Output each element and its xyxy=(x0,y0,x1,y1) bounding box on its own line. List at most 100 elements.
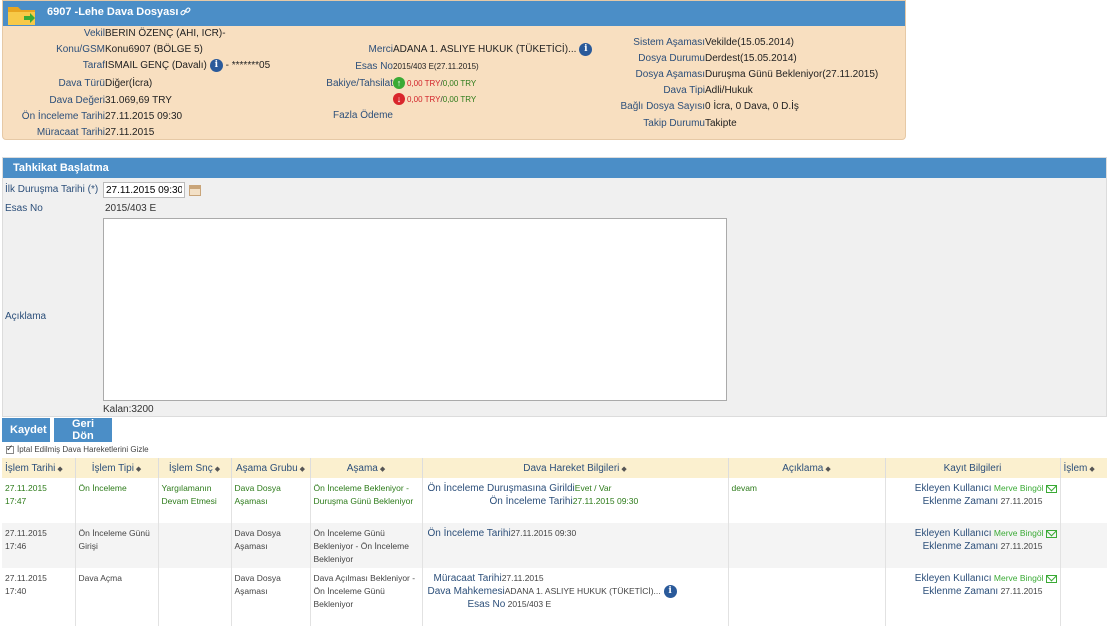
mail-icon[interactable] xyxy=(1045,529,1057,538)
cell-date: 27.11.2015 17:46 xyxy=(2,523,76,568)
col-dava-hareket[interactable]: Dava Hareket Bilgileri ◆ xyxy=(422,458,729,478)
file-header: 6907 -Lehe Dava Dosyası xyxy=(3,1,905,26)
info-icon[interactable]: i xyxy=(663,585,677,599)
bagli-dosya-value: 0 İcra, 0 Dava, 0 D.İş xyxy=(705,101,799,112)
col-asama-grubu[interactable]: Aşama Grubu ◆ xyxy=(231,458,311,478)
cell-tip: Ön İnceleme Günü Girişi xyxy=(75,523,159,568)
cell-asama: Dava Açılması Bekleniyor - Ön İnceleme G… xyxy=(310,568,423,626)
cell-kayit: Ekleyen Kullanıcı Merve Bingöl Eklenme Z… xyxy=(885,478,1061,523)
folder-icon xyxy=(8,7,35,25)
kaydet-button[interactable]: Kaydet xyxy=(2,418,50,442)
cell-hareket: Ön İnceleme Duruşmasına GirildiEvet / Va… xyxy=(422,478,729,523)
takip-row: Takip DurumuTakipte xyxy=(563,117,737,130)
takip-label: Takip Durumu xyxy=(643,118,705,129)
merci-row: MerciADANA 1. ASLIYE HUKUK (TÜKETİCİ)...… xyxy=(293,43,593,56)
muracaat-label: Müracaat Tarihi xyxy=(36,127,105,138)
table-row[interactable]: 27.11.2015 17:46 Ön İnceleme Günü Girişi … xyxy=(2,523,1107,568)
taraf-value: ISMAIL GENÇ (Davalı) xyxy=(105,60,207,72)
cell-islem[interactable] xyxy=(1060,568,1107,626)
dosya-durumu-value: Derdest(15.05.2014) xyxy=(705,53,797,64)
table-row[interactable]: 27.11.2015 17:47 Ön İnceleme Yargılamanın… xyxy=(2,478,1107,523)
ilk-durusma-input[interactable] xyxy=(103,182,185,198)
calendar-icon[interactable] xyxy=(189,185,201,196)
cell-hareket: Müracaat Tarihi27.11.2015 Dava Mahkemesi… xyxy=(422,568,729,626)
konu-label: Konu/GSM xyxy=(56,44,105,55)
sort-icon[interactable]: ◆ xyxy=(621,466,626,473)
tahsilat-row: ↓ 0,00 TRY/0,00 TRY xyxy=(393,93,476,106)
sort-icon[interactable]: ◆ xyxy=(825,466,830,473)
cell-islem[interactable] xyxy=(1060,478,1107,523)
table-header-row: İşlem Tarihi ◆ İşlem Tipi ◆ İşlem Snç ◆ Aşa… xyxy=(2,458,1107,478)
aciklama-textarea[interactable] xyxy=(103,218,727,401)
dava-degeri-label: Dava Değeri xyxy=(49,95,105,106)
hide-cancelled-row: İptal Edilmiş Dava Hareketlerini Gizle xyxy=(6,443,149,454)
col-asama[interactable]: Aşama ◆ xyxy=(310,458,423,478)
merci-value: ADANA 1. ASLIYE HUKUK (TÜKETİCİ)... xyxy=(393,44,577,56)
taraf-row: TarafISMAIL GENÇ (Davalı) i - *******05 xyxy=(7,59,270,72)
esas-label: Esas No xyxy=(355,61,393,72)
cell-hareket: Ön İnceleme Tarihi27.11.2015 09:30 xyxy=(422,523,729,568)
dava-hareketleri-table: İşlem Tarihi ◆ İşlem Tipi ◆ İşlem Snç ◆ Aşa… xyxy=(2,458,1107,626)
dava-turu-value: Diğer(İcra) xyxy=(105,78,153,89)
bakiye-down-red: 0,00 TRY xyxy=(407,95,441,104)
dosya-durumu-row: Dosya DurumuDerdest(15.05.2014) xyxy=(563,52,797,65)
esas-row: Esas No2015/403 E(27.11.2015) xyxy=(293,60,479,73)
bakiye-label: Bakiye/Tahsilat xyxy=(326,78,393,89)
konu-row: Konu/GSMKonu6907 (BÖLGE 5) xyxy=(7,43,203,56)
file-summary-panel: 6907 -Lehe Dava Dosyası VekilBERIN ÖZENÇ… xyxy=(2,0,906,140)
fazla-odeme-label: Fazla Ödeme xyxy=(332,110,393,121)
table-row[interactable]: 27.11.2015 17:40 Dava Açma Dava Dosya Aşa… xyxy=(2,568,1107,626)
sort-icon[interactable]: ◆ xyxy=(215,466,220,473)
vekil-label: Vekil xyxy=(83,28,105,39)
cell-asama: Ön İnceleme Günü Bekleniyor - Ön İncelem… xyxy=(310,523,423,568)
esas-value: 2015/403 E(27.11.2015) xyxy=(393,62,479,71)
vekil-row: VekilBERIN ÖZENÇ (AHI, ICR)- xyxy=(7,27,226,40)
cell-date: 27.11.2015 17:47 xyxy=(2,478,76,523)
col-aciklama[interactable]: Açıklama ◆ xyxy=(728,458,886,478)
geri-don-button[interactable]: Geri Dön xyxy=(54,418,112,442)
bakiye-up-red: 0,00 TRY xyxy=(407,79,441,88)
bagli-dosya-label: Bağlı Dosya Sayısı xyxy=(620,101,705,112)
on-inceleme-value: 27.11.2015 09:30 xyxy=(105,111,183,122)
hide-cancelled-checkbox[interactable] xyxy=(6,443,14,454)
taraf-mask: - *******05 xyxy=(222,60,271,72)
dava-tipi-value: Adli/Hukuk xyxy=(705,85,753,96)
col-islem-tarihi[interactable]: İşlem Tarihi ◆ xyxy=(2,458,76,478)
dava-degeri-row: Dava Değeri31.069,69 TRY xyxy=(7,94,172,107)
col-kayit-bilgileri: Kayıt Bilgileri xyxy=(885,458,1061,478)
info-icon[interactable]: i xyxy=(209,59,223,72)
cell-snc xyxy=(158,568,232,626)
muracaat-row: Müracaat Tarihi27.11.2015 xyxy=(7,126,155,139)
link-icon[interactable] xyxy=(180,6,191,17)
cell-snc: Yargılamanın Devam Etmesi xyxy=(158,478,232,523)
cell-grup: Dava Dosya Aşaması xyxy=(231,568,311,626)
esas-no-value: 2015/403 E xyxy=(105,203,157,214)
sort-icon[interactable]: ◆ xyxy=(1089,466,1094,473)
file-title: 6907 -Lehe Dava Dosyası xyxy=(47,6,179,18)
cell-islem[interactable] xyxy=(1060,523,1107,568)
col-islem-tipi[interactable]: İşlem Tipi ◆ xyxy=(75,458,159,478)
konu-value: Konu6907 (BÖLGE 5) xyxy=(105,44,203,55)
cell-kayit: Ekleyen Kullanıcı Merve Bingöl Eklenme Z… xyxy=(885,523,1061,568)
sort-icon[interactable]: ◆ xyxy=(380,466,385,473)
dosya-asamasi-label: Dosya Aşaması xyxy=(635,69,705,80)
on-inceleme-label: Ön İnceleme Tarihi xyxy=(21,111,105,122)
mail-icon[interactable] xyxy=(1045,484,1057,493)
col-islem-snc[interactable]: İşlem Snç ◆ xyxy=(158,458,232,478)
sort-icon[interactable]: ◆ xyxy=(300,466,305,473)
dava-tipi-label: Dava Tipi xyxy=(663,85,705,96)
sistem-row: Sistem AşamasıVekilde(15.05.2014) xyxy=(563,36,794,49)
vekil-value: BERIN ÖZENÇ (AHI, ICR)- xyxy=(105,28,226,39)
merci-label: Merci xyxy=(368,44,393,56)
bakiye-down-green: 0,00 TRY xyxy=(442,95,477,104)
col-islem[interactable]: İşlem ◆ xyxy=(1060,458,1107,478)
taraf-label: Taraf xyxy=(82,60,105,72)
takip-value: Takipte xyxy=(705,118,737,129)
hide-cancelled-label: İptal Edilmiş Dava Hareketlerini Gizle xyxy=(17,445,149,454)
sort-icon[interactable]: ◆ xyxy=(57,466,62,473)
dosya-asamasi-row: Dosya AşamasıDuruşma Günü Bekleniyor(27.… xyxy=(563,68,879,81)
cell-aciklama xyxy=(728,568,886,626)
mail-icon[interactable] xyxy=(1045,574,1057,583)
sort-icon[interactable]: ◆ xyxy=(136,466,141,473)
sistem-value: Vekilde(15.05.2014) xyxy=(705,37,794,48)
